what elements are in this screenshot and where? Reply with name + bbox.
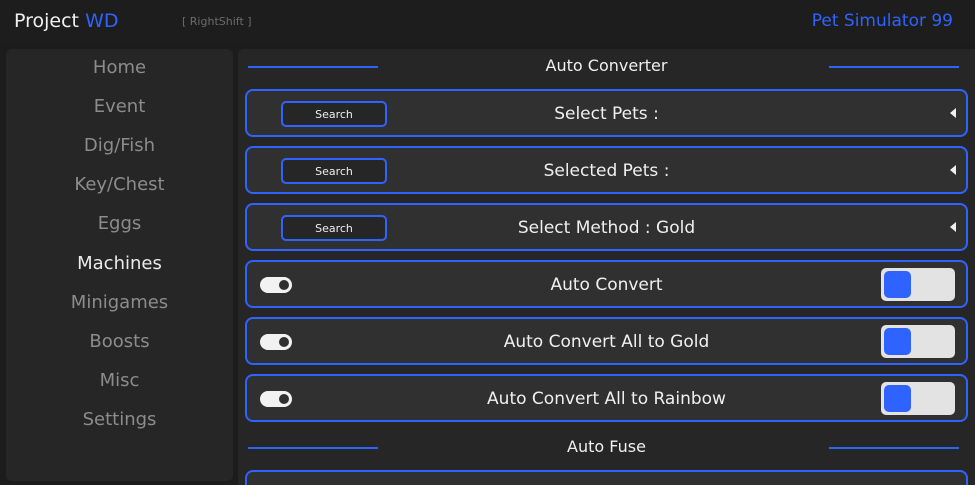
game-name: Pet Simulator 99	[811, 11, 953, 31]
sidebar-item-boosts[interactable]: Boosts	[6, 331, 233, 352]
sidebar-item-minigames[interactable]: Minigames	[6, 292, 233, 313]
sidebar: Home Event Dig/Fish Key/Chest Eggs Machi…	[6, 49, 233, 481]
main-panel: Auto Converter Search Select Pets : Sear…	[238, 49, 975, 485]
app-title-main: Project	[14, 10, 80, 32]
toggle-label: Auto Convert All to Gold	[503, 332, 710, 352]
dropdown-select-method[interactable]: Search Select Method : Gold	[245, 203, 968, 251]
toggle-switch[interactable]	[881, 268, 955, 301]
section-header-auto-fuse: Auto Fuse	[238, 437, 975, 459]
toggle-row-auto-convert[interactable]: Auto Convert	[245, 260, 968, 308]
toggle-switch-thumb	[884, 271, 911, 298]
caret-left-icon[interactable]	[950, 222, 956, 232]
toggle-label: Auto Convert All to Rainbow	[487, 389, 726, 409]
sidebar-item-event[interactable]: Event	[6, 96, 233, 117]
caret-left-icon[interactable]	[950, 108, 956, 118]
app-title-accent: WD	[85, 10, 119, 32]
app-title: Project WD	[14, 10, 118, 32]
sidebar-item-dig-fish[interactable]: Dig/Fish	[6, 135, 233, 156]
sidebar-item-settings[interactable]: Settings	[6, 409, 233, 430]
caret-left-icon[interactable]	[950, 165, 956, 175]
toggle-switch[interactable]	[881, 325, 955, 358]
dropdown-select-pets[interactable]: Search Select Pets :	[245, 89, 968, 137]
row-partial[interactable]	[245, 470, 968, 485]
toggle-row-auto-convert-rainbow[interactable]: Auto Convert All to Rainbow	[245, 374, 968, 422]
sidebar-item-home[interactable]: Home	[6, 57, 233, 78]
keybind-label: [ RightShift ]	[182, 15, 252, 28]
title-bar: Project WD [ RightShift ] Pet Simulator …	[0, 0, 975, 45]
sidebar-item-machines[interactable]: Machines	[6, 253, 233, 274]
sidebar-item-eggs[interactable]: Eggs	[6, 213, 233, 234]
toggle-switch[interactable]	[881, 382, 955, 415]
toggle-label: Auto Convert	[550, 275, 663, 295]
sidebar-item-misc[interactable]: Misc	[6, 370, 233, 391]
dropdown-selected-pets[interactable]: Search Selected Pets :	[245, 146, 968, 194]
section-header-auto-converter: Auto Converter	[238, 56, 975, 78]
toggle-switch-thumb	[884, 385, 911, 412]
toggle-row-auto-convert-gold[interactable]: Auto Convert All to Gold	[245, 317, 968, 365]
sidebar-item-key-chest[interactable]: Key/Chest	[6, 174, 233, 195]
section-divider-right	[829, 66, 959, 68]
toggle-switch-thumb	[884, 328, 911, 355]
dropdown-label: Select Method : Gold	[517, 218, 696, 238]
section-divider-right	[829, 447, 959, 449]
dropdown-label: Select Pets :	[554, 104, 659, 124]
dropdown-label: Selected Pets :	[543, 161, 670, 181]
